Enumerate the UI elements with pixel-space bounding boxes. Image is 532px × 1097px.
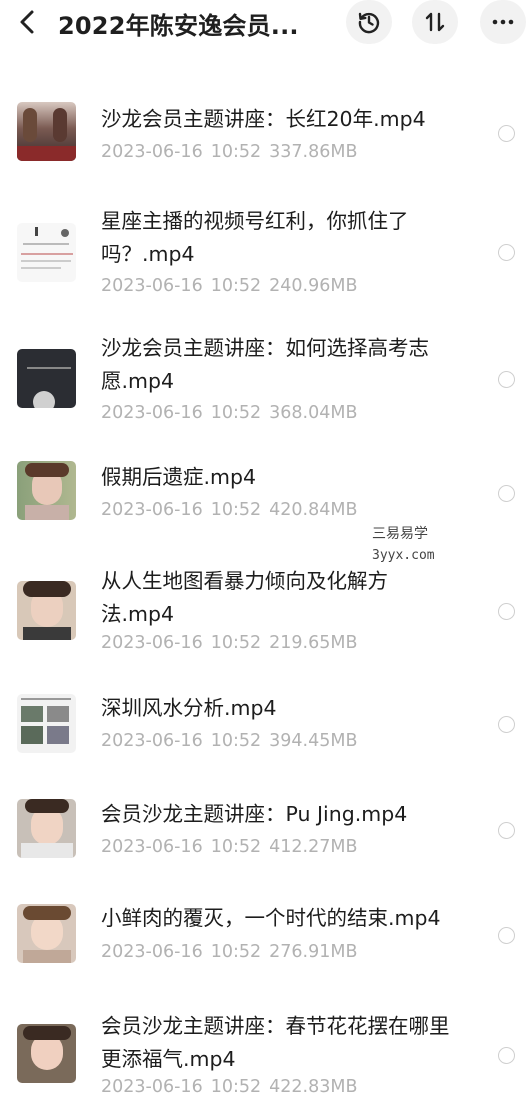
file-name: 假期后遗症.mp4: [101, 465, 257, 489]
file-meta: 2023-06-16 10:52 337.86MB: [101, 142, 365, 162]
file-meta: 2023-06-16 10:52 219.65MB: [101, 633, 365, 653]
file-date: 2023-06-16: [101, 142, 203, 162]
file-meta: 2023-06-16 10:52 420.84MB: [101, 500, 365, 520]
file-date: 2023-06-16: [101, 837, 203, 857]
file-size: 337.86MB: [269, 142, 358, 162]
file-size: 219.65MB: [269, 633, 358, 653]
file-name: 深圳风水分析.mp4: [101, 696, 277, 720]
file-size: 412.27MB: [269, 837, 358, 857]
file-time: 10:52: [210, 403, 262, 423]
file-meta: 2023-06-16 10:52 394.45MB: [101, 731, 365, 751]
file-size: 422.83MB: [269, 1077, 358, 1097]
file-size: 240.96MB: [269, 276, 358, 296]
select-checkbox[interactable]: [498, 244, 515, 261]
select-checkbox[interactable]: [498, 716, 515, 733]
select-checkbox[interactable]: [498, 603, 515, 620]
more-button[interactable]: [480, 0, 526, 44]
file-name: 星座主播的视频号红利，你抓住了吗？.mp4: [101, 209, 409, 266]
watermark: 三易易学 3yyx.com: [372, 523, 435, 567]
file-meta: 2023-06-16 10:52 422.83MB: [101, 1077, 365, 1097]
file-meta: 2023-06-16 10:52 412.27MB: [101, 837, 365, 857]
file-date: 2023-06-16: [101, 942, 203, 962]
history-icon: [358, 12, 380, 34]
file-date: 2023-06-16: [101, 276, 203, 296]
file-meta: 2023-06-16 10:52 368.04MB: [101, 403, 365, 423]
file-name: 会员沙龙主题讲座：Pu Jing.mp4: [101, 802, 408, 826]
video-thumbnail: [17, 799, 76, 858]
file-name: 从人生地图看暴力倾向及化解方法.mp4: [101, 569, 388, 626]
file-name: 沙龙会员主题讲座：如何选择高考志愿.mp4: [101, 336, 429, 393]
select-checkbox[interactable]: [498, 822, 515, 839]
file-name: 小鲜肉的覆灭，一个时代的结束.mp4: [101, 906, 441, 930]
file-date: 2023-06-16: [101, 403, 203, 423]
watermark-line: 3yyx.com: [372, 548, 435, 563]
select-checkbox[interactable]: [498, 927, 515, 944]
file-time: 10:52: [210, 731, 262, 751]
video-thumbnail: [17, 102, 76, 161]
select-checkbox[interactable]: [498, 371, 515, 388]
header-bar: 2022年陈安逸会员...: [0, 0, 532, 46]
select-checkbox[interactable]: [498, 485, 515, 502]
file-time: 10:52: [210, 837, 262, 857]
file-time: 10:52: [210, 633, 262, 653]
file-time: 10:52: [210, 142, 262, 162]
history-button[interactable]: [346, 0, 392, 44]
video-thumbnail: [17, 461, 76, 520]
select-checkbox[interactable]: [498, 1047, 515, 1064]
file-name: 沙龙会员主题讲座：长红20年.mp4: [101, 107, 426, 131]
video-thumbnail: [17, 1024, 76, 1083]
file-date: 2023-06-16: [101, 1077, 203, 1097]
file-date: 2023-06-16: [101, 633, 203, 653]
file-time: 10:52: [210, 500, 262, 520]
video-thumbnail: [17, 349, 76, 408]
page-title: 2022年陈安逸会员...: [58, 12, 299, 40]
file-date: 2023-06-16: [101, 731, 203, 751]
file-time: 10:52: [210, 276, 262, 296]
video-thumbnail: [17, 904, 76, 963]
file-size: 368.04MB: [269, 403, 358, 423]
file-size: 420.84MB: [269, 500, 358, 520]
file-name: 会员沙龙主题讲座：春节花花摆在哪里更添福气.mp4: [101, 1014, 450, 1071]
file-meta: 2023-06-16 10:52 276.91MB: [101, 942, 365, 962]
video-thumbnail: [17, 223, 76, 282]
watermark-line: 三易易学: [372, 526, 428, 542]
select-checkbox[interactable]: [498, 125, 515, 142]
more-icon: [492, 19, 514, 25]
file-meta: 2023-06-16 10:52 240.96MB: [101, 276, 365, 296]
file-size: 276.91MB: [269, 942, 358, 962]
file-size: 394.45MB: [269, 731, 358, 751]
video-thumbnail: [17, 694, 76, 753]
back-arrow-icon[interactable]: [14, 8, 42, 36]
file-time: 10:52: [210, 942, 262, 962]
video-thumbnail: [17, 581, 76, 640]
sort-button[interactable]: [412, 0, 458, 44]
file-time: 10:52: [210, 1077, 262, 1097]
sort-icon: [425, 12, 445, 32]
file-date: 2023-06-16: [101, 500, 203, 520]
